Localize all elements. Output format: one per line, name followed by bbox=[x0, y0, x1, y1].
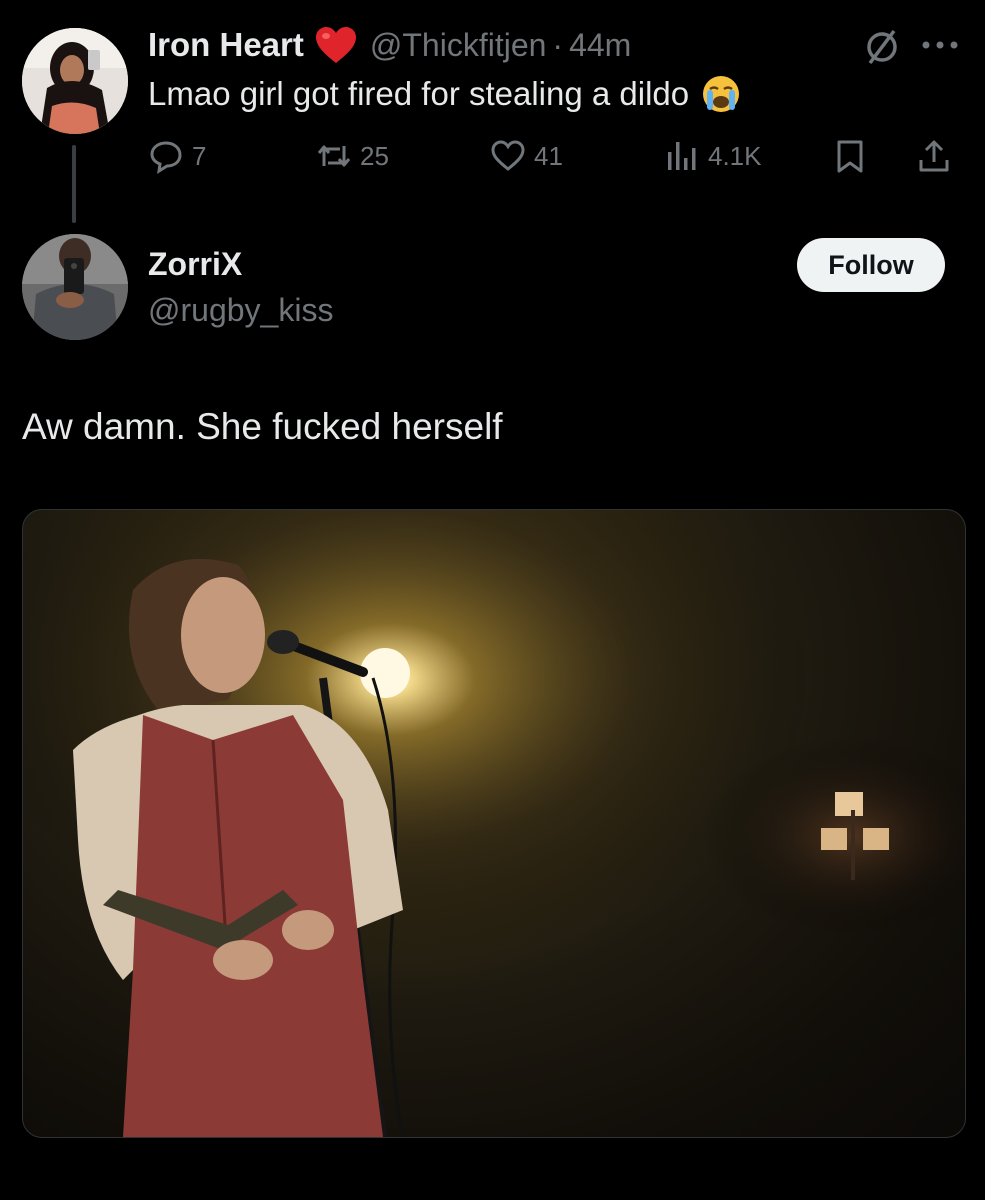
share-button[interactable] bbox=[916, 136, 952, 176]
parent-tweet-text: Lmao girl got fired for stealing a dildo bbox=[148, 74, 741, 114]
tweet-thread: Iron Heart @Thickfitjen · 44m Lmao girl … bbox=[0, 0, 985, 1200]
views-icon bbox=[668, 142, 696, 170]
reply-button[interactable]: 7 bbox=[148, 136, 206, 176]
like-count: 41 bbox=[534, 140, 563, 171]
retweet-icon bbox=[317, 145, 351, 167]
reply-avatar[interactable] bbox=[22, 234, 128, 340]
bookmark-icon bbox=[837, 140, 863, 173]
parent-display-name[interactable]: Iron Heart bbox=[148, 26, 304, 64]
like-icon bbox=[491, 140, 525, 171]
loudly-crying-face-icon bbox=[701, 74, 741, 114]
view-count: 4.1K bbox=[708, 140, 762, 171]
separator-dot: · bbox=[552, 26, 564, 63]
retweet-count: 25 bbox=[360, 140, 389, 171]
share-icon bbox=[919, 140, 949, 172]
views-button[interactable]: 4.1K bbox=[664, 136, 762, 176]
follow-button[interactable]: Follow bbox=[797, 238, 945, 292]
parent-tweet-body: Lmao girl got fired for stealing a dildo bbox=[148, 75, 690, 112]
reply-icon bbox=[150, 141, 182, 174]
muted-icon[interactable] bbox=[862, 26, 902, 66]
bookmark-button[interactable] bbox=[832, 136, 868, 176]
like-button[interactable]: 41 bbox=[490, 136, 563, 176]
parent-header: Iron Heart @Thickfitjen · 44m bbox=[148, 24, 631, 66]
retweet-button[interactable]: 25 bbox=[316, 136, 389, 176]
thread-connector-line bbox=[72, 145, 76, 223]
reply-tweet-text: Aw damn. She fucked herself bbox=[22, 406, 503, 447]
reply-display-name[interactable]: ZorriX bbox=[148, 246, 242, 283]
parent-action-bar: 7 25 41 4.1K bbox=[148, 136, 968, 176]
more-icon[interactable] bbox=[918, 30, 962, 60]
reply-handle[interactable]: @rugby_kiss bbox=[148, 292, 333, 329]
parent-timestamp[interactable]: 44m bbox=[569, 27, 631, 64]
parent-handle[interactable]: @Thickfitjen bbox=[370, 27, 547, 64]
parent-avatar[interactable] bbox=[22, 28, 128, 134]
reply-count: 7 bbox=[192, 140, 207, 171]
tweet-media-image[interactable] bbox=[22, 509, 966, 1138]
red-heart-icon bbox=[314, 25, 358, 65]
